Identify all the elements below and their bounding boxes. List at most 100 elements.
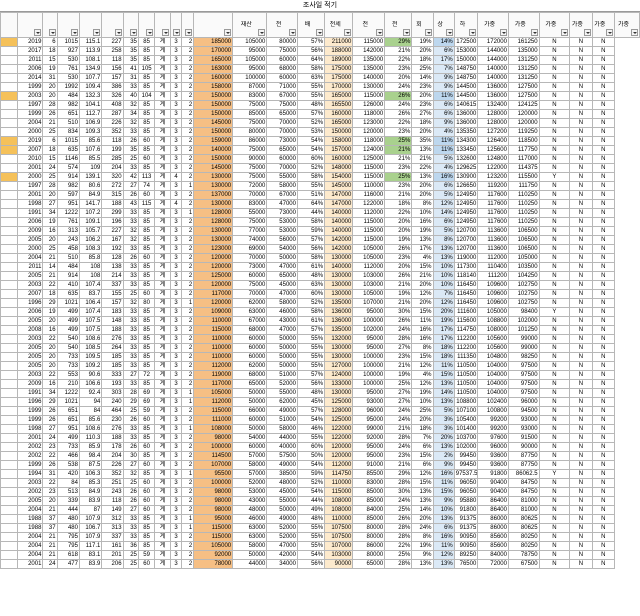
table-cell[interactable]: 107.5	[78, 316, 103, 326]
table-cell[interactable]: 117.1	[78, 541, 103, 551]
table-cell[interactable]: 188	[101, 325, 124, 335]
table-cell[interactable]: N	[591, 280, 616, 290]
table-cell[interactable]: 2	[181, 415, 195, 425]
table-cell[interactable]: 8%	[432, 235, 455, 245]
row-marker[interactable]	[0, 379, 18, 389]
filter-dropdown-icon[interactable]	[499, 29, 507, 36]
row-marker[interactable]	[0, 46, 18, 56]
table-cell[interactable]: 86000	[477, 523, 509, 533]
table-cell[interactable]: 34	[42, 208, 58, 218]
table-cell[interactable]: 105600	[477, 334, 509, 344]
table-cell[interactable]: 6%	[432, 523, 455, 533]
table-cell[interactable]: N	[591, 298, 616, 308]
table-cell[interactable]: 110250	[507, 199, 540, 209]
table-cell[interactable]: N	[538, 244, 571, 254]
table-cell[interactable]: 57000	[232, 451, 268, 461]
table-cell[interactable]: 130000	[193, 226, 234, 236]
table-cell[interactable]: 33	[122, 514, 139, 524]
table-cell[interactable]: 1222	[56, 388, 80, 398]
table-cell[interactable]: N	[591, 64, 616, 74]
table-cell[interactable]: 60000	[232, 271, 268, 281]
table-cell[interactable]: 21%	[384, 190, 413, 200]
table-cell[interactable]: N	[569, 442, 593, 452]
table-cell[interactable]: 140000	[324, 217, 354, 227]
table-cell[interactable]: 15%	[432, 487, 455, 497]
table-cell[interactable]: 153000	[453, 46, 479, 56]
table-cell[interactable]: 115000	[193, 406, 234, 416]
table-cell[interactable]: 3	[169, 91, 183, 101]
table-cell[interactable]: 15	[42, 55, 58, 65]
table-cell[interactable]: 116450	[453, 289, 479, 299]
table-cell[interactable]: 85	[137, 46, 156, 56]
row-marker[interactable]	[0, 478, 18, 488]
table-cell[interactable]: 32	[122, 100, 139, 110]
table-cell[interactable]: 29%	[384, 37, 413, 47]
table-cell[interactable]: 2	[181, 226, 195, 236]
table-cell[interactable]: 21%	[384, 145, 413, 155]
table-cell[interactable]: 63%	[296, 280, 326, 290]
table-cell[interactable]: 108	[78, 262, 103, 272]
table-cell[interactable]: 108.1	[78, 55, 103, 65]
table-cell[interactable]: 55%	[296, 541, 326, 551]
table-cell[interactable]: 130000	[324, 253, 354, 263]
table-cell[interactable]: 60	[137, 136, 156, 146]
table-cell[interactable]: 27	[42, 424, 58, 434]
table-cell[interactable]: 51000	[266, 415, 298, 425]
table-cell[interactable]: 107000	[352, 298, 386, 308]
table-cell[interactable]: 102750	[507, 298, 540, 308]
table-cell[interactable]: 계	[154, 217, 171, 227]
table-cell[interactable]: 100800	[477, 406, 509, 416]
table-cell[interactable]: 35	[122, 46, 139, 56]
table-cell[interactable]: 185000	[193, 37, 234, 47]
table-cell[interactable]: 23%	[411, 82, 434, 92]
table-cell[interactable]: N	[538, 379, 571, 389]
table-cell[interactable]: N	[591, 370, 616, 380]
table-cell[interactable]: 1999	[16, 82, 44, 92]
table-cell[interactable]: 9%	[432, 118, 455, 128]
table-cell[interactable]: 2011	[16, 55, 44, 65]
table-cell[interactable]: 33	[122, 271, 139, 281]
table-cell[interactable]: 10%	[411, 397, 434, 407]
table-cell[interactable]: 6%	[411, 460, 434, 470]
table-cell[interactable]: 352	[101, 127, 124, 137]
table-cell[interactable]: 12%	[432, 199, 455, 209]
table-cell[interactable]: 78000	[193, 559, 234, 569]
table-cell[interactable]: 1997	[16, 100, 44, 110]
table-cell[interactable]: 37	[42, 523, 58, 533]
table-cell[interactable]: 6%	[411, 442, 434, 452]
table-cell[interactable]: N	[538, 298, 571, 308]
table-cell[interactable]: 140000	[352, 73, 386, 83]
table-cell[interactable]: 20	[42, 361, 58, 371]
table-cell[interactable]: 11%	[432, 478, 455, 488]
table-cell[interactable]: 140000	[477, 73, 509, 83]
table-cell[interactable]: 148750	[453, 64, 479, 74]
table-cell[interactable]: 130000	[193, 181, 234, 191]
table-cell[interactable]: 33	[122, 163, 139, 173]
table-cell[interactable]: 95000	[352, 415, 386, 425]
filter-dropdown-icon[interactable]	[530, 29, 538, 36]
table-cell[interactable]: 18%	[411, 424, 434, 434]
table-cell[interactable]: 54000	[232, 433, 268, 443]
table-cell[interactable]: 128000	[324, 406, 354, 416]
table-cell[interactable]: 54%	[296, 145, 326, 155]
row-marker[interactable]	[0, 280, 18, 290]
table-cell[interactable]: 계	[154, 343, 171, 353]
table-cell[interactable]: 19%	[411, 388, 434, 398]
table-cell[interactable]: 85.6	[78, 136, 103, 146]
table-cell[interactable]: 597	[56, 190, 80, 200]
filter-dropdown-icon[interactable]	[424, 29, 432, 36]
table-cell[interactable]: 84000	[477, 550, 509, 560]
table-cell[interactable]: 29	[42, 298, 58, 308]
table-cell[interactable]: N	[538, 145, 571, 155]
table-cell[interactable]: 계	[154, 109, 171, 119]
table-cell[interactable]: N	[538, 343, 571, 353]
table-cell[interactable]: 299	[101, 208, 124, 218]
table-cell[interactable]: 313	[56, 226, 80, 236]
filter-dropdown-icon[interactable]	[34, 29, 42, 36]
table-cell[interactable]: 58000	[232, 460, 268, 470]
table-cell[interactable]: 951	[56, 424, 80, 434]
table-cell[interactable]: N	[538, 559, 571, 569]
table-cell[interactable]: 45000	[266, 487, 298, 497]
table-cell[interactable]: 113.9	[78, 46, 103, 56]
table-cell[interactable]: 2005	[16, 316, 44, 326]
